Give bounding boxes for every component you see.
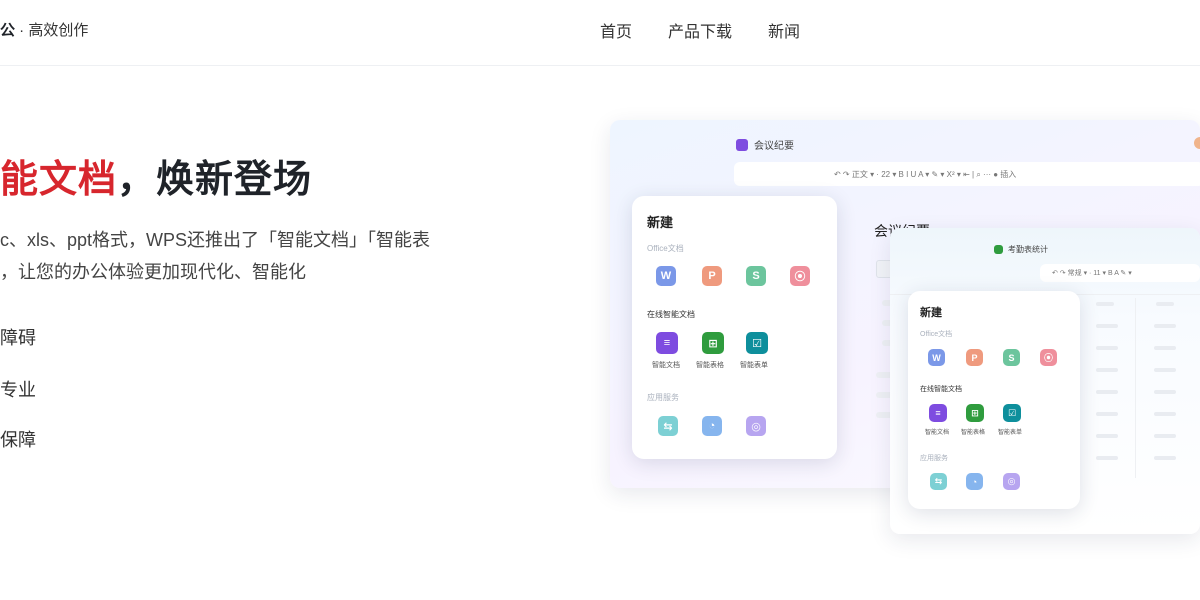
grid-cell	[1096, 390, 1118, 394]
nav-download[interactable]: 产品下载	[668, 18, 732, 42]
headline-rest: ，焕新登场	[117, 159, 313, 201]
hero-description-line-2: ，让您的办公体验更加现代化、智能化	[0, 262, 306, 282]
grid-cell	[1154, 390, 1176, 394]
window1-toolbar: ↶ ↷ 正文 ▾ · 22 ▾ B I U A ▾ ✎ ▾ X² ▾ ⇤ | ⌕…	[734, 162, 1200, 186]
smart-form-label: 智能表单	[998, 430, 1023, 436]
presentation-icon[interactable]: P	[966, 349, 983, 366]
brand-name: 公	[0, 22, 16, 39]
grid-cell	[1154, 346, 1176, 350]
transfer-app-icon[interactable]: ⇆	[930, 473, 947, 490]
avatar	[1194, 137, 1200, 149]
pdf-icon[interactable]: ⦿	[1040, 349, 1057, 366]
smart-document-icon[interactable]: ≡	[656, 332, 678, 354]
grid-header-cell	[1096, 302, 1114, 306]
grid-line	[1135, 298, 1136, 478]
headline-highlight: 能文档	[0, 159, 118, 201]
new-file-panel: 新建 Office文档 W P S ⦿ 在线智能文档 ≡ ⊞ ☑ 智能文档 智能…	[632, 196, 837, 459]
smart-sheet-label: 智能表格	[696, 362, 724, 369]
hero-description: c、xls、ppt格式，WPS还推出了「智能文档」「智能表 ，让您的办公体验更加…	[0, 224, 430, 288]
cloud-app-icon[interactable]: ◔	[702, 416, 722, 436]
smart-document-icon[interactable]: ≡	[929, 404, 947, 422]
brand-slogan[interactable]: 公 · 高效创作	[0, 19, 88, 40]
target-app-icon[interactable]: ◎	[1003, 473, 1020, 490]
brand-tagline: · 高效创作	[15, 22, 89, 39]
main-nav: 首页 产品下载 新闻	[600, 18, 800, 42]
target-app-icon[interactable]: ◎	[746, 416, 766, 436]
grid-cell	[1096, 434, 1118, 438]
feature-item-1: 障碍	[0, 328, 36, 348]
new-file-panel-small: 新建 Office文档 W P S ⦿ 在线智能文档 ≡ ⊞ ☑ 智能文档 智能…	[908, 291, 1080, 509]
smart-doc-icon	[736, 138, 748, 151]
spreadsheet-icon[interactable]: S	[1003, 349, 1020, 366]
presentation-icon[interactable]: P	[702, 266, 722, 286]
smart-form-label: 智能表单	[740, 362, 768, 369]
smart-document-label: 智能文档	[925, 430, 950, 436]
word-icon[interactable]: W	[656, 266, 676, 286]
grid-cell	[1154, 412, 1176, 416]
grid-cell	[1154, 368, 1176, 372]
window1-title-text: 会议纪要	[754, 141, 794, 152]
section-office: Office文档	[647, 244, 684, 253]
panel-title: 新建	[647, 215, 674, 230]
section-apps: 应用服务	[920, 455, 948, 462]
grid-cell	[1096, 368, 1118, 372]
grid-cell	[1154, 324, 1176, 328]
nav-home[interactable]: 首页	[600, 18, 632, 42]
smart-form-icon[interactable]: ☑	[1003, 404, 1021, 422]
transfer-app-icon[interactable]: ⇆	[658, 416, 678, 436]
feature-item-2: 专业	[0, 380, 36, 400]
grid-cell	[1096, 456, 1118, 460]
smart-sheet-icon[interactable]: ⊞	[966, 404, 984, 422]
section-smart: 在线智能文档	[920, 386, 962, 393]
section-smart: 在线智能文档	[647, 310, 695, 319]
section-office: Office文档	[920, 331, 953, 338]
nav-news[interactable]: 新闻	[768, 18, 800, 42]
cloud-app-icon[interactable]: ◔	[966, 473, 983, 490]
hero-description-line-1: c、xls、ppt格式，WPS还推出了「智能文档」「智能表	[0, 230, 431, 250]
smart-document-label: 智能文档	[652, 362, 680, 369]
section-apps: 应用服务	[647, 393, 679, 402]
grid-cell	[1096, 412, 1118, 416]
smart-sheet-small-icon	[994, 245, 1003, 254]
grid-cell	[1154, 456, 1176, 460]
spreadsheet-icon[interactable]: S	[746, 266, 766, 286]
panel-title: 新建	[920, 307, 942, 319]
window2-title: 考勤表统计	[994, 244, 1048, 255]
hero-headline: 能文档，焕新登场	[0, 148, 312, 203]
word-icon[interactable]: W	[928, 349, 945, 366]
grid-header-cell	[1156, 302, 1174, 306]
top-navigation-bar: 公 · 高效创作 首页 产品下载 新闻	[0, 0, 1200, 66]
grid-cell	[1096, 324, 1118, 328]
window1-title: 会议纪要	[736, 137, 794, 152]
smart-sheet-label: 智能表格	[961, 430, 986, 436]
feature-item-3: 保障	[0, 430, 36, 450]
smart-form-icon[interactable]: ☑	[746, 332, 768, 354]
window2-toolbar: ↶ ↷ 常规 ▾ · 11 ▾ B A ✎ ▾	[1040, 264, 1200, 282]
pdf-icon[interactable]: ⦿	[790, 266, 810, 286]
window2-title-text: 考勤表统计	[1008, 245, 1048, 254]
grid-cell	[1096, 346, 1118, 350]
smart-sheet-icon[interactable]: ⊞	[702, 332, 724, 354]
grid-cell	[1154, 434, 1176, 438]
